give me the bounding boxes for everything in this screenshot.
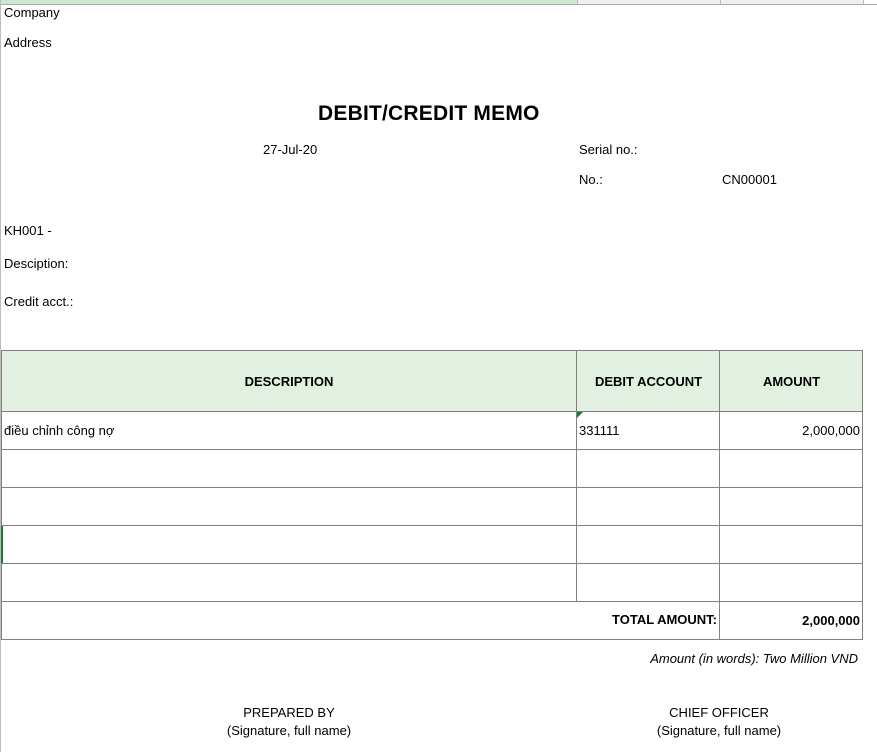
table-cell-description[interactable]: điều chỉnh công nợ	[4, 423, 114, 438]
customer-code[interactable]: KH001 -	[4, 223, 52, 238]
table-border	[576, 350, 577, 601]
table-cell-debit-account[interactable]: 331111	[579, 423, 620, 438]
credit-acct-label[interactable]: Credit acct.:	[4, 294, 73, 309]
table-border	[862, 350, 863, 640]
table-border	[719, 350, 720, 640]
table-border	[1, 411, 863, 412]
table-border	[1, 350, 2, 640]
column-header-selected[interactable]	[0, 0, 577, 5]
memo-no-value[interactable]: CN00001	[722, 172, 777, 187]
column-header[interactable]	[577, 0, 720, 5]
table-border	[1, 563, 863, 564]
column-header-amount[interactable]: AMOUNT	[720, 350, 863, 411]
serial-no-label[interactable]: Serial no.:	[579, 142, 638, 157]
address-label[interactable]: Address	[4, 35, 52, 50]
memo-date[interactable]: 27-Jul-20	[263, 142, 317, 157]
table-border	[1, 525, 863, 526]
table-border	[1, 601, 863, 602]
table-border	[1, 487, 863, 488]
description-label[interactable]: Desciption:	[4, 256, 68, 271]
memo-no-label[interactable]: No.:	[579, 172, 603, 187]
column-header[interactable]	[863, 0, 877, 5]
amount-in-words[interactable]: Amount (in words): Two Million VND	[650, 651, 858, 666]
column-header-strip	[0, 0, 877, 5]
table-border	[1, 639, 863, 640]
table-cell-amount[interactable]: 2,000,000	[802, 423, 860, 438]
total-amount-label[interactable]: TOTAL AMOUNT:	[612, 612, 717, 627]
active-row-marker	[1, 526, 3, 563]
column-header[interactable]	[720, 0, 863, 5]
prepared-by-signature-hint[interactable]: (Signature, full name)	[227, 723, 351, 738]
table-border	[1, 449, 863, 450]
page-title[interactable]: DEBIT/CREDIT MEMO	[318, 102, 540, 126]
chief-officer-signature-hint[interactable]: (Signature, full name)	[657, 723, 781, 738]
chief-officer-label[interactable]: CHIEF OFFICER	[669, 705, 769, 720]
total-amount-value[interactable]: 2,000,000	[802, 613, 860, 628]
prepared-by-label[interactable]: PREPARED BY	[243, 705, 335, 720]
column-header-debit-account[interactable]: DEBIT ACCOUNT	[577, 350, 720, 411]
column-header-description[interactable]: DESCRIPTION	[1, 350, 577, 411]
table-border	[1, 350, 863, 351]
cell-comment-indicator	[577, 412, 583, 418]
company-label[interactable]: Company	[4, 5, 60, 20]
